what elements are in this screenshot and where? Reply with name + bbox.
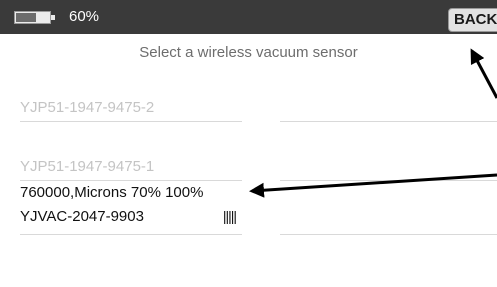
- sensor-name: YJP51-1947-9475-1: [20, 158, 155, 175]
- sensor-name: YJP51-1947-9475-2: [20, 99, 155, 116]
- field-underline-right: [280, 234, 497, 235]
- field-underline-right: [280, 180, 497, 181]
- sensor-name: YJVAC-2047-9903: [20, 208, 144, 225]
- sensor-item-3[interactable]: 760000,Microns 70% 100% YJVAC-2047-9903 …: [20, 184, 242, 235]
- sensor-underline: [20, 234, 242, 235]
- back-button[interactable]: BACK: [448, 8, 497, 32]
- arrow-to-sensor-reading: [249, 173, 497, 198]
- sensor-item-2[interactable]: YJP51-1947-9475-1: [20, 158, 242, 181]
- battery-level-fill: [16, 13, 36, 22]
- battery-percent: 60%: [69, 8, 100, 25]
- field-underline-right: [280, 121, 497, 122]
- signal-strength-icon: |||||: [222, 208, 237, 224]
- sensor-underline: [20, 121, 242, 122]
- battery-icon: [14, 11, 55, 24]
- battery-tip: [51, 15, 55, 20]
- sensor-underline: [20, 180, 242, 181]
- sensor-item-1[interactable]: YJP51-1947-9475-2: [20, 99, 242, 122]
- status-bar: 60% BACK: [0, 0, 497, 34]
- page-title: Select a wireless vacuum sensor: [139, 44, 358, 61]
- sensor-reading: 760000,Microns 70% 100%: [20, 184, 204, 201]
